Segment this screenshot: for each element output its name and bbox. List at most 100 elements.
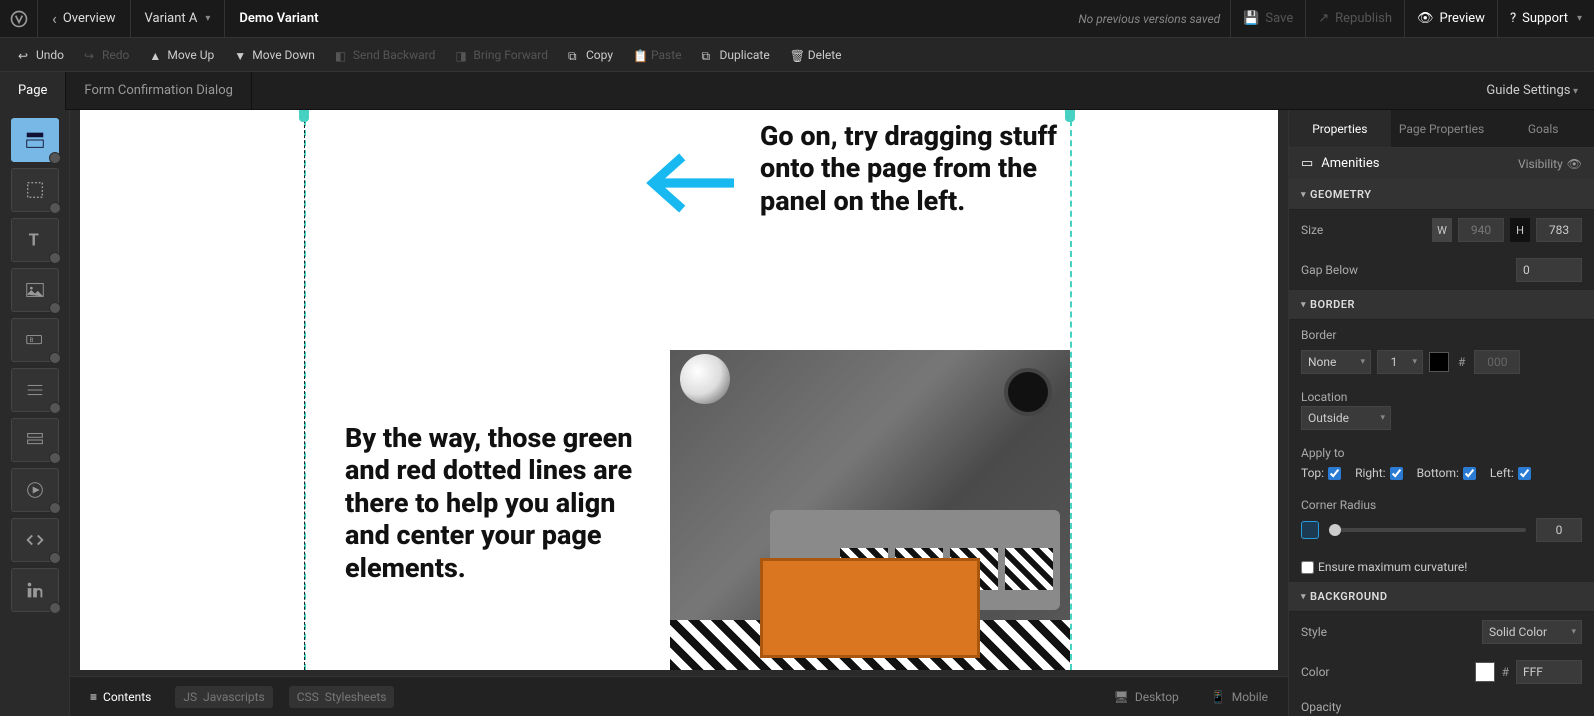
gap-input[interactable]: 0 [1516,258,1582,282]
app-logo[interactable] [0,0,38,38]
room-pillow [1005,548,1053,590]
mobile-toggle[interactable]: 📱Mobile [1203,686,1276,708]
save-status: No previous versions saved [1068,12,1230,26]
paste-button[interactable]: 📋Paste [623,38,692,72]
room-table [760,558,980,658]
tab-page-properties[interactable]: Page Properties [1391,110,1493,147]
preview-button[interactable]: 👁Preview [1404,0,1497,38]
trash-icon: 🗑 [790,49,802,61]
tool-html[interactable] [11,518,59,562]
corner-icon[interactable] [1301,521,1319,539]
apply-right[interactable]: Right: [1355,466,1403,480]
bg-style-select[interactable]: Solid Color [1482,620,1582,644]
action-bar: ↩Undo ↪Redo ▲Move Up ▼Move Down ◧Send Ba… [0,38,1594,72]
apply-bottom[interactable]: Bottom: [1417,466,1476,480]
publish-icon: ↗ [1318,11,1329,26]
overview-button[interactable]: Overview [38,0,131,38]
bg-color-label: Color [1301,665,1329,679]
hash-icon: # [1499,665,1512,679]
border-color-swatch[interactable] [1429,352,1449,372]
undo-icon: ↩ [18,49,30,61]
border-location-select[interactable]: Outside [1301,406,1391,430]
selection-header: ▭Amenities Visibility👁 [1289,148,1594,180]
section-border[interactable]: BORDER [1289,290,1594,320]
page-canvas[interactable]: Go on, try dragging stuff onto the page … [80,110,1278,670]
tab-page[interactable]: Page [0,72,66,110]
duplicate-button[interactable]: ⧉Duplicate [692,38,780,72]
help-icon: ? [1510,11,1516,26]
section-icon: ▭ [1301,156,1313,171]
tool-video[interactable] [11,468,59,512]
border-hex-input[interactable]: 000 [1474,350,1520,374]
down-icon: ▼ [234,49,246,61]
panel-tabs: Properties Page Properties Goals [1289,110,1594,148]
move-down-button[interactable]: ▼Move Down [224,38,325,72]
apply-top[interactable]: Top: [1301,466,1341,480]
corner-label: Corner Radius [1301,498,1376,512]
ensure-curvature-check[interactable]: Ensure maximum curvature! [1301,560,1467,574]
support-button[interactable]: ?Support▾ [1497,0,1594,38]
overview-label: Overview [63,11,116,26]
guide-handle-left[interactable] [299,110,309,122]
top-bar: Overview Variant A Demo Variant No previ… [0,0,1594,38]
delete-button[interactable]: 🗑Delete [780,38,852,72]
alignment-guide-left-dark [304,110,305,670]
corner-slider[interactable] [1329,528,1526,532]
redo-button[interactable]: ↪Redo [74,38,139,72]
variant-name: Demo Variant [225,11,332,26]
tab-form-dialog[interactable]: Form Confirmation Dialog [66,72,252,110]
desktop-toggle[interactable]: 🖥Desktop [1106,686,1187,708]
hero-image[interactable] [670,350,1070,670]
w-tag: W [1432,218,1452,242]
stylesheets-button[interactable]: CSSStylesheets [289,686,395,708]
bring-forward-button[interactable]: ◨Bring Forward [445,38,558,72]
border-width-select[interactable]: 1 [1377,350,1423,374]
tool-form[interactable] [11,418,59,462]
bg-hex-input[interactable]: FFF [1516,660,1582,684]
save-button[interactable]: 💾Save [1230,0,1305,38]
tab-properties[interactable]: Properties [1289,110,1391,147]
tool-image[interactable] [11,268,59,312]
contents-button[interactable]: ≡Contents [82,686,159,708]
tool-text[interactable]: T [11,218,59,262]
tab-goals[interactable]: Goals [1492,110,1594,147]
gap-label: Gap Below [1301,263,1358,277]
canvas-wrap: Go on, try dragging stuff onto the page … [70,110,1288,716]
canvas-text-1[interactable]: Go on, try dragging stuff onto the page … [760,120,1100,217]
main-area: T B Go on, try dragging stuff onto the p… [0,110,1594,716]
variant-dropdown[interactable]: Variant A [131,0,226,38]
javascripts-button[interactable]: JSJavascripts [175,686,272,708]
guide-settings-dropdown[interactable]: Guide Settings [1470,83,1594,98]
section-geometry[interactable]: GEOMETRY [1289,180,1594,210]
section-background[interactable]: BACKGROUND [1289,582,1594,612]
tool-box[interactable] [11,168,59,212]
height-input[interactable]: 783 [1536,218,1582,242]
send-backward-button[interactable]: ◧Send Backward [325,38,446,72]
tool-social[interactable] [11,568,59,612]
apply-left[interactable]: Left: [1490,466,1531,480]
js-icon: JS [183,690,197,704]
copy-button[interactable]: ⧉Copy [558,38,623,72]
mobile-icon: 📱 [1211,690,1226,704]
republish-button[interactable]: ↗Republish [1305,0,1404,38]
tool-button[interactable]: B [11,318,59,362]
tool-palette: T B [0,110,70,716]
visibility-toggle[interactable]: Visibility👁 [1518,157,1582,171]
apply-to-checks: Top: Right: Bottom: Left: [1289,462,1594,490]
undo-button[interactable]: ↩Undo [8,38,74,72]
h-tag: H [1510,218,1530,242]
move-up-button[interactable]: ▲Move Up [139,38,224,72]
corner-value[interactable]: 0 [1536,518,1582,542]
bg-color-swatch[interactable] [1475,662,1495,682]
width-input[interactable]: 940 [1458,218,1504,242]
save-icon: 💾 [1243,11,1259,26]
bottom-bar: ≡Contents JSJavascripts CSSStylesheets 🖥… [70,676,1288,716]
location-label: Location [1301,390,1347,404]
tool-section[interactable] [11,118,59,162]
css-icon: CSS [297,690,319,704]
forward-icon: ◨ [455,49,467,61]
list-icon: ≡ [90,690,97,704]
canvas-text-2[interactable]: By the way, those green and red dotted l… [345,422,645,584]
tool-form-text[interactable] [11,368,59,412]
border-style-select[interactable]: None [1301,350,1371,374]
